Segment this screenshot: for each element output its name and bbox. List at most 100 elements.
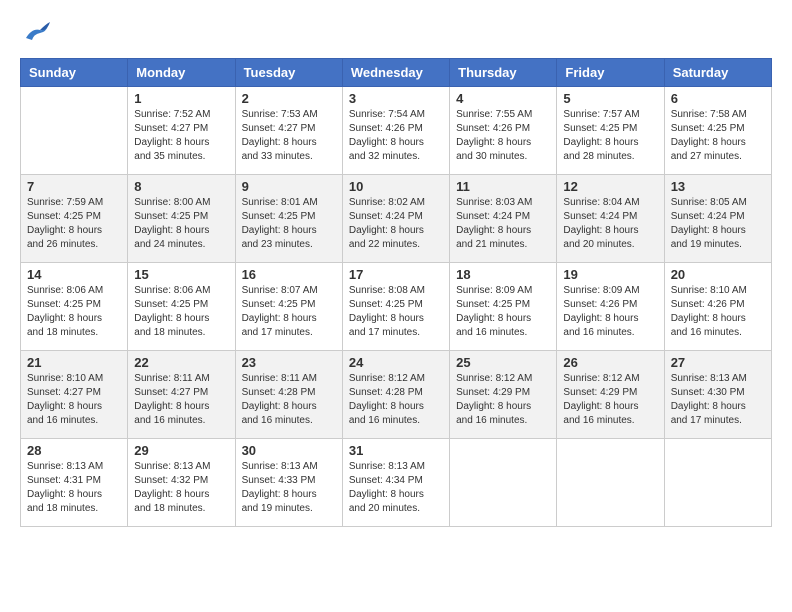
day-info: Sunrise: 7:53 AM Sunset: 4:27 PM Dayligh…	[242, 108, 336, 164]
day-info: Sunrise: 8:12 AM Sunset: 4:29 PM Dayligh…	[456, 372, 550, 428]
day-number: 6	[671, 91, 765, 106]
day-number: 5	[563, 91, 657, 106]
day-info: Sunrise: 8:13 AM Sunset: 4:32 PM Dayligh…	[134, 460, 228, 516]
calendar-cell	[664, 439, 771, 527]
day-info: Sunrise: 7:54 AM Sunset: 4:26 PM Dayligh…	[349, 108, 443, 164]
calendar-cell: 18 Sunrise: 8:09 AM Sunset: 4:25 PM Dayli…	[450, 263, 557, 351]
day-number: 2	[242, 91, 336, 106]
calendar-week-row: 14 Sunrise: 8:06 AM Sunset: 4:25 PM Dayli…	[21, 263, 772, 351]
day-info: Sunrise: 7:55 AM Sunset: 4:26 PM Dayligh…	[456, 108, 550, 164]
weekday-header-wednesday: Wednesday	[342, 59, 449, 87]
calendar-cell: 17 Sunrise: 8:08 AM Sunset: 4:25 PM Dayli…	[342, 263, 449, 351]
day-number: 26	[563, 355, 657, 370]
day-info: Sunrise: 8:12 AM Sunset: 4:28 PM Dayligh…	[349, 372, 443, 428]
day-info: Sunrise: 7:58 AM Sunset: 4:25 PM Dayligh…	[671, 108, 765, 164]
page-header	[20, 20, 772, 42]
day-number: 18	[456, 267, 550, 282]
calendar-cell: 30 Sunrise: 8:13 AM Sunset: 4:33 PM Dayli…	[235, 439, 342, 527]
calendar-cell: 4 Sunrise: 7:55 AM Sunset: 4:26 PM Daylig…	[450, 87, 557, 175]
weekday-header-friday: Friday	[557, 59, 664, 87]
day-number: 17	[349, 267, 443, 282]
day-info: Sunrise: 8:03 AM Sunset: 4:24 PM Dayligh…	[456, 196, 550, 252]
day-info: Sunrise: 8:10 AM Sunset: 4:27 PM Dayligh…	[27, 372, 121, 428]
weekday-header-saturday: Saturday	[664, 59, 771, 87]
calendar-cell: 26 Sunrise: 8:12 AM Sunset: 4:29 PM Dayli…	[557, 351, 664, 439]
calendar-cell: 10Sunrise: 8:02 AM Sunset: 4:24 PM Dayli…	[342, 175, 449, 263]
day-number: 14	[27, 267, 121, 282]
calendar-cell: 8Sunrise: 8:00 AM Sunset: 4:25 PM Daylig…	[128, 175, 235, 263]
calendar-cell: 14 Sunrise: 8:06 AM Sunset: 4:25 PM Dayli…	[21, 263, 128, 351]
calendar-cell: 31Sunrise: 8:13 AM Sunset: 4:34 PM Dayli…	[342, 439, 449, 527]
calendar-cell: 1Sunrise: 7:52 AM Sunset: 4:27 PM Daylig…	[128, 87, 235, 175]
calendar-cell: 7 Sunrise: 7:59 AM Sunset: 4:25 PM Daylig…	[21, 175, 128, 263]
weekday-header-sunday: Sunday	[21, 59, 128, 87]
day-number: 27	[671, 355, 765, 370]
day-number: 12	[563, 179, 657, 194]
day-number: 1	[134, 91, 228, 106]
calendar-week-row: 21 Sunrise: 8:10 AM Sunset: 4:27 PM Dayli…	[21, 351, 772, 439]
day-number: 23	[242, 355, 336, 370]
day-number: 28	[27, 443, 121, 458]
day-info: Sunrise: 8:10 AM Sunset: 4:26 PM Dayligh…	[671, 284, 765, 340]
day-number: 9	[242, 179, 336, 194]
day-info: Sunrise: 8:01 AM Sunset: 4:25 PM Dayligh…	[242, 196, 336, 252]
day-info: Sunrise: 8:12 AM Sunset: 4:29 PM Dayligh…	[563, 372, 657, 428]
logo	[20, 20, 50, 42]
day-info: Sunrise: 8:05 AM Sunset: 4:24 PM Dayligh…	[671, 196, 765, 252]
day-number: 15	[134, 267, 228, 282]
day-number: 7	[27, 179, 121, 194]
day-info: Sunrise: 8:13 AM Sunset: 4:34 PM Dayligh…	[349, 460, 443, 516]
calendar-cell: 28 Sunrise: 8:13 AM Sunset: 4:31 PM Dayli…	[21, 439, 128, 527]
calendar-cell: 29Sunrise: 8:13 AM Sunset: 4:32 PM Dayli…	[128, 439, 235, 527]
calendar-cell: 27 Sunrise: 8:13 AM Sunset: 4:30 PM Dayli…	[664, 351, 771, 439]
calendar-cell: 11 Sunrise: 8:03 AM Sunset: 4:24 PM Dayli…	[450, 175, 557, 263]
day-info: Sunrise: 8:11 AM Sunset: 4:28 PM Dayligh…	[242, 372, 336, 428]
day-number: 24	[349, 355, 443, 370]
day-number: 11	[456, 179, 550, 194]
calendar-cell	[21, 87, 128, 175]
day-info: Sunrise: 8:13 AM Sunset: 4:31 PM Dayligh…	[27, 460, 121, 516]
day-info: Sunrise: 8:04 AM Sunset: 4:24 PM Dayligh…	[563, 196, 657, 252]
day-info: Sunrise: 8:06 AM Sunset: 4:25 PM Dayligh…	[134, 284, 228, 340]
day-info: Sunrise: 8:13 AM Sunset: 4:30 PM Dayligh…	[671, 372, 765, 428]
calendar-cell: 15 Sunrise: 8:06 AM Sunset: 4:25 PM Dayli…	[128, 263, 235, 351]
day-info: Sunrise: 8:06 AM Sunset: 4:25 PM Dayligh…	[27, 284, 121, 340]
day-number: 19	[563, 267, 657, 282]
day-number: 16	[242, 267, 336, 282]
calendar-cell: 2 Sunrise: 7:53 AM Sunset: 4:27 PM Daylig…	[235, 87, 342, 175]
day-info: Sunrise: 8:02 AM Sunset: 4:24 PM Dayligh…	[349, 196, 443, 252]
day-number: 22	[134, 355, 228, 370]
day-info: Sunrise: 7:59 AM Sunset: 4:25 PM Dayligh…	[27, 196, 121, 252]
calendar-cell	[557, 439, 664, 527]
day-info: Sunrise: 8:07 AM Sunset: 4:25 PM Dayligh…	[242, 284, 336, 340]
calendar-cell: 16 Sunrise: 8:07 AM Sunset: 4:25 PM Dayli…	[235, 263, 342, 351]
day-number: 8	[134, 179, 228, 194]
weekday-header-row: SundayMondayTuesdayWednesdayThursdayFrid…	[21, 59, 772, 87]
calendar-week-row: 7 Sunrise: 7:59 AM Sunset: 4:25 PM Daylig…	[21, 175, 772, 263]
calendar-cell: 25 Sunrise: 8:12 AM Sunset: 4:29 PM Dayli…	[450, 351, 557, 439]
calendar-cell: 20Sunrise: 8:10 AM Sunset: 4:26 PM Dayli…	[664, 263, 771, 351]
weekday-header-thursday: Thursday	[450, 59, 557, 87]
day-info: Sunrise: 8:13 AM Sunset: 4:33 PM Dayligh…	[242, 460, 336, 516]
day-number: 4	[456, 91, 550, 106]
day-info: Sunrise: 8:11 AM Sunset: 4:27 PM Dayligh…	[134, 372, 228, 428]
calendar-cell: 24 Sunrise: 8:12 AM Sunset: 4:28 PM Dayli…	[342, 351, 449, 439]
day-info: Sunrise: 7:57 AM Sunset: 4:25 PM Dayligh…	[563, 108, 657, 164]
day-info: Sunrise: 8:09 AM Sunset: 4:26 PM Dayligh…	[563, 284, 657, 340]
calendar-cell: 6 Sunrise: 7:58 AM Sunset: 4:25 PM Daylig…	[664, 87, 771, 175]
day-number: 30	[242, 443, 336, 458]
calendar-cell: 5 Sunrise: 7:57 AM Sunset: 4:25 PM Daylig…	[557, 87, 664, 175]
calendar-cell: 19 Sunrise: 8:09 AM Sunset: 4:26 PM Dayli…	[557, 263, 664, 351]
calendar-cell: 23 Sunrise: 8:11 AM Sunset: 4:28 PM Dayli…	[235, 351, 342, 439]
calendar-cell: 3 Sunrise: 7:54 AM Sunset: 4:26 PM Daylig…	[342, 87, 449, 175]
day-number: 21	[27, 355, 121, 370]
calendar-cell	[450, 439, 557, 527]
day-info: Sunrise: 8:09 AM Sunset: 4:25 PM Dayligh…	[456, 284, 550, 340]
logo-bird-icon	[22, 20, 50, 42]
day-info: Sunrise: 8:08 AM Sunset: 4:25 PM Dayligh…	[349, 284, 443, 340]
weekday-header-tuesday: Tuesday	[235, 59, 342, 87]
weekday-header-monday: Monday	[128, 59, 235, 87]
calendar-cell: 22 Sunrise: 8:11 AM Sunset: 4:27 PM Dayli…	[128, 351, 235, 439]
day-number: 25	[456, 355, 550, 370]
day-number: 3	[349, 91, 443, 106]
